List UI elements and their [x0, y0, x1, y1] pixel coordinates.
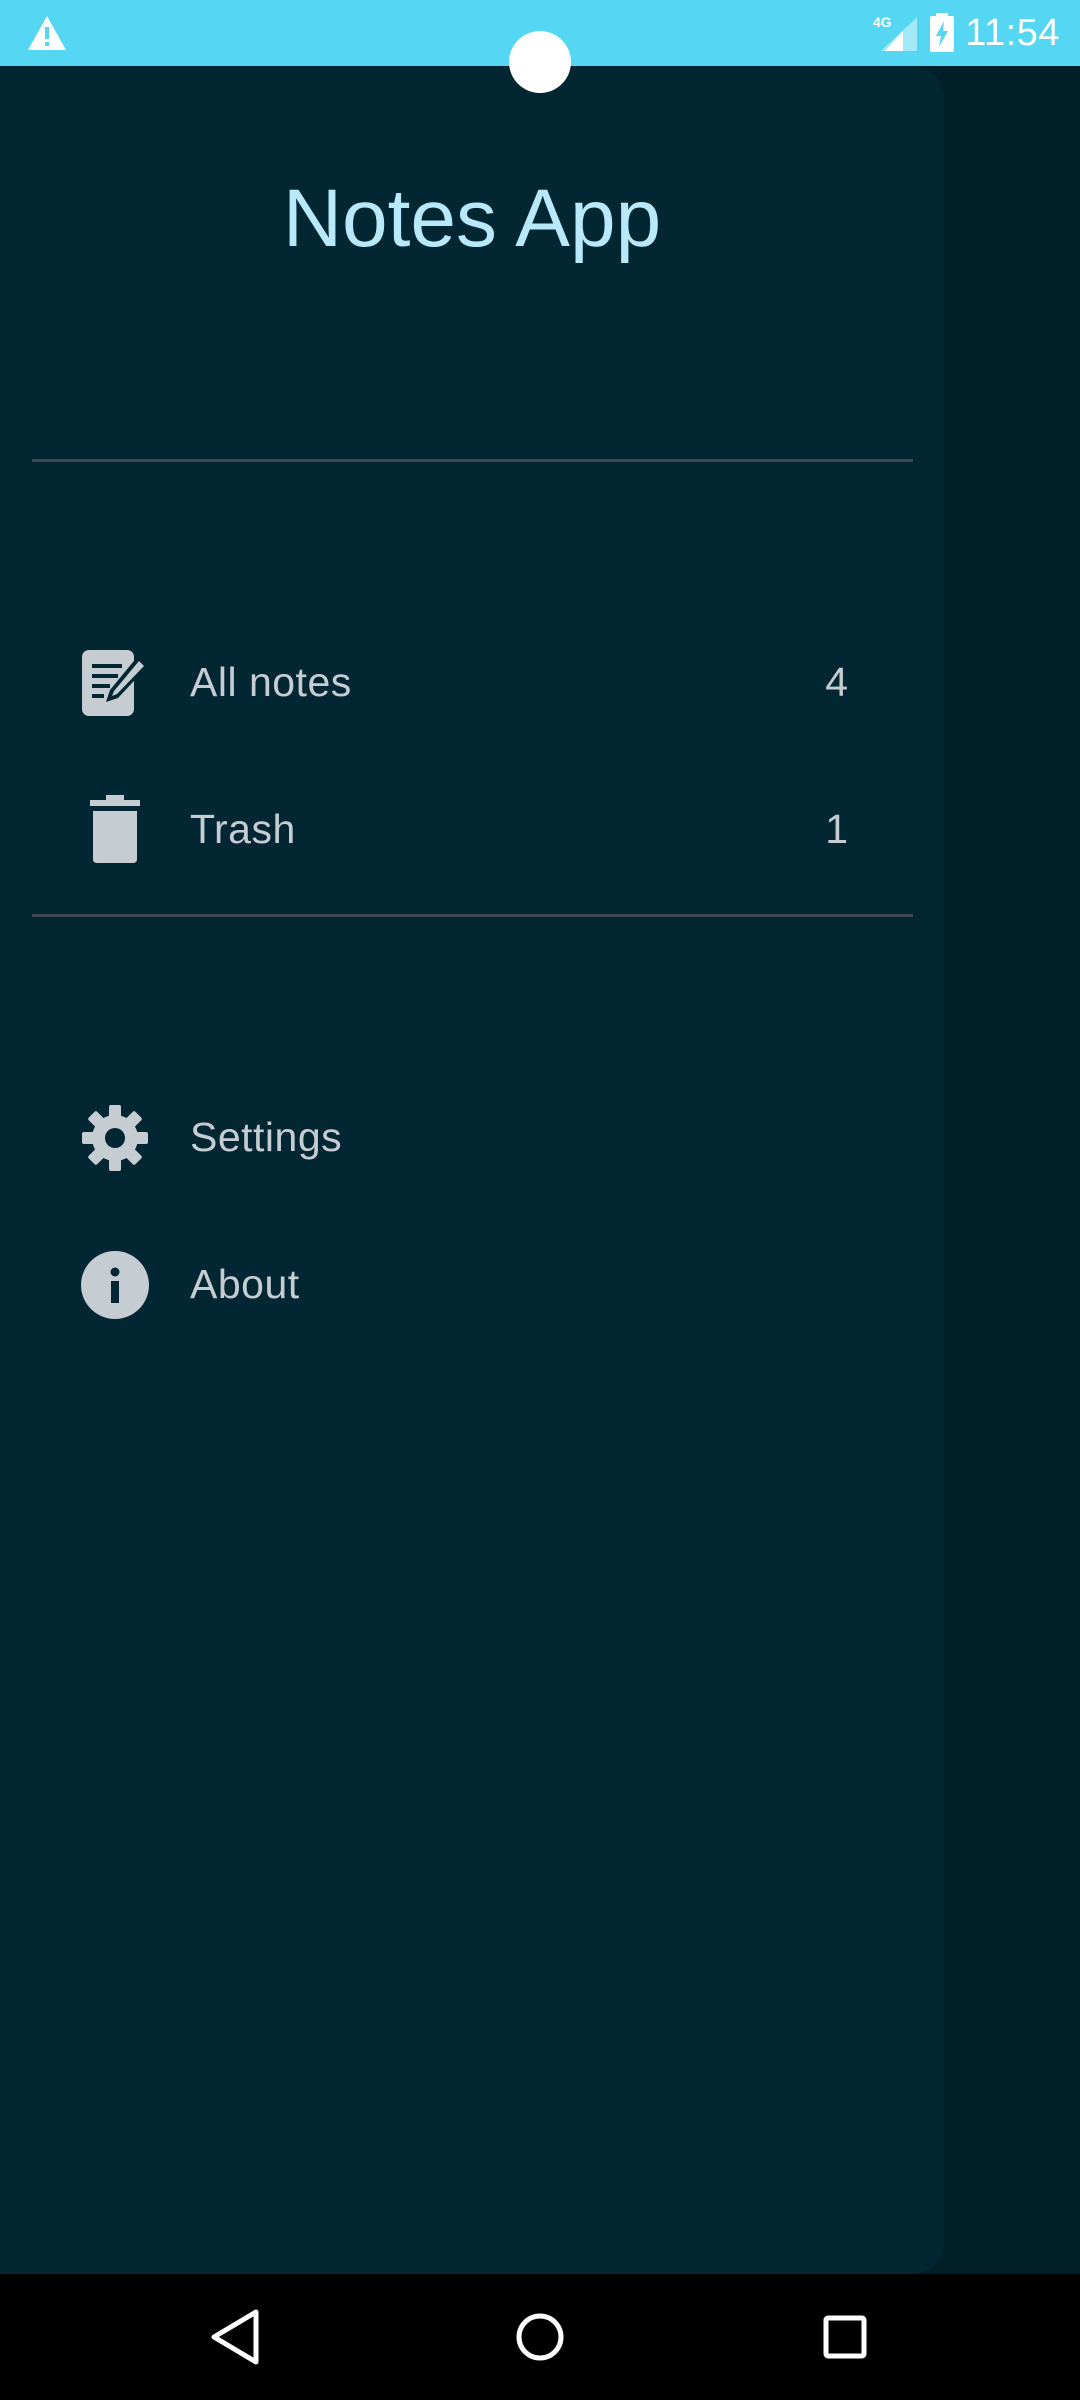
status-icons: 4G 11:54: [873, 8, 1060, 58]
system-navigation-bar: [0, 2274, 1080, 2400]
divider: [32, 914, 913, 917]
drawer-item-label: Trash: [190, 806, 296, 852]
drawer-item-count: 1: [825, 806, 848, 852]
drawer-item-all-notes[interactable]: All notes 4: [0, 622, 944, 742]
gear-icon: [82, 1105, 148, 1171]
battery-charging-icon: [930, 13, 955, 52]
back-icon[interactable]: [200, 2302, 270, 2372]
trash-icon: [90, 795, 140, 863]
navigation-drawer: Notes App All notes 4 Trash 1 Settings A…: [0, 66, 944, 2274]
drawer-item-label: All notes: [190, 659, 352, 705]
home-icon[interactable]: [505, 2302, 575, 2372]
signal-icon: 4G: [873, 14, 918, 51]
edit-note-icon: [82, 650, 148, 716]
drawer-title: Notes App: [282, 173, 662, 264]
drawer-item-settings[interactable]: Settings: [0, 1077, 944, 1197]
network-type-label: 4G: [873, 14, 892, 30]
drawer-item-label: Settings: [190, 1114, 343, 1160]
drawer-item-about[interactable]: About: [0, 1224, 944, 1344]
recents-icon[interactable]: [810, 2302, 880, 2372]
drawer-item-trash[interactable]: Trash 1: [0, 769, 944, 889]
warning-icon: [28, 16, 66, 50]
divider: [32, 459, 913, 462]
clock: 11:54: [965, 11, 1060, 54]
drawer-item-label: About: [190, 1261, 300, 1307]
camera-cutout: [509, 31, 571, 93]
drawer-item-count: 4: [825, 659, 848, 705]
screen: 4G 11:54 Notes App All notes 4 Trash 1 S…: [0, 0, 1080, 2400]
info-icon: [81, 1251, 149, 1319]
